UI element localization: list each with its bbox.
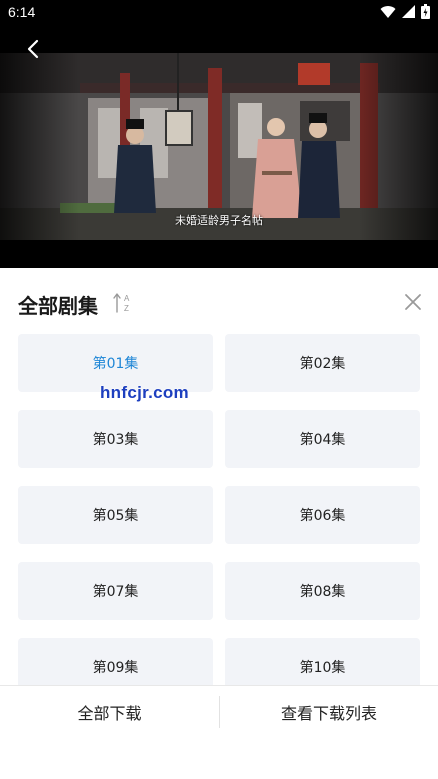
episode-button[interactable]: 第10集 <box>225 638 420 685</box>
sort-az-icon: A Z <box>113 293 130 313</box>
status-icons <box>380 4 430 19</box>
episode-button[interactable]: 第07集 <box>18 562 213 620</box>
episode-button[interactable]: 第06集 <box>225 486 420 544</box>
episode-sheet: 全部剧集 A Z 第01集 第02集 第03集 第04集 第05集 第06集 第… <box>0 268 438 779</box>
download-all-button[interactable]: 全部下载 <box>0 686 219 738</box>
episode-button[interactable]: 第05集 <box>18 486 213 544</box>
sheet-title: 全部剧集 <box>18 294 98 318</box>
episode-button[interactable]: 第08集 <box>225 562 420 620</box>
back-button[interactable] <box>20 36 46 62</box>
video-player[interactable]: 未婚适龄男子名帖 <box>0 26 438 268</box>
signal-icon <box>402 5 415 18</box>
svg-text:A: A <box>124 294 130 303</box>
sheet-footer: 全部下载 查看下载列表 <box>0 685 438 779</box>
close-button[interactable] <box>402 291 424 313</box>
episode-button[interactable]: 第03集 <box>18 410 213 468</box>
wifi-icon <box>380 5 396 18</box>
battery-icon <box>421 4 430 19</box>
episode-button[interactable]: 第04集 <box>225 410 420 468</box>
video-subtitle: 未婚适龄男子名帖 <box>175 214 263 227</box>
back-arrow-icon <box>27 39 39 59</box>
episode-button[interactable]: 第02集 <box>225 334 420 392</box>
sort-button[interactable]: A Z <box>112 292 134 314</box>
watermark-text: hnfcjr.com <box>100 383 189 402</box>
episode-button[interactable]: 第09集 <box>18 638 213 685</box>
episode-grid: 第01集 第02集 第03集 第04集 第05集 第06集 第07集 第08集 … <box>18 334 420 685</box>
svg-text:Z: Z <box>124 304 129 313</box>
view-downloads-button[interactable]: 查看下载列表 <box>220 686 438 738</box>
status-time: 6:14 <box>8 4 36 20</box>
status-bar: 6:14 <box>0 0 438 26</box>
close-icon <box>405 294 421 310</box>
